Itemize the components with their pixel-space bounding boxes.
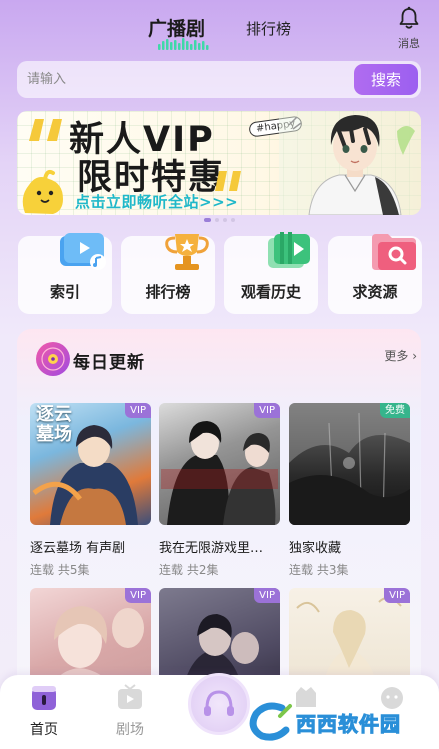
shortcut-label: 观看历史 xyxy=(240,283,301,301)
vip-badge: VIP xyxy=(254,588,280,603)
vip-badge: VIP xyxy=(384,588,410,603)
watermark-icon xyxy=(249,702,292,741)
daily-update-section: 每日更新 更多 › 逐云 墓场 VIP 逐云墓场 有声剧 连载 共5集 VIP … xyxy=(17,329,421,710)
banner-cta-text: 点击立即畅听全站>>> xyxy=(75,193,239,211)
drama-episodes: 连载 共5集 xyxy=(30,563,90,577)
search-folder-icon xyxy=(372,234,416,270)
shortcut-request-resource[interactable]: 求资源 xyxy=(328,234,422,314)
drama-title: 逐云墓场 有声剧 xyxy=(30,541,126,556)
quote-mark-icon xyxy=(29,119,62,141)
section-title: 每日更新 xyxy=(73,353,145,373)
tab-ranking[interactable]: 排行榜 xyxy=(246,18,291,39)
vinyl-disc-icon xyxy=(36,342,70,376)
chevron-right-icon: › xyxy=(412,349,417,363)
pagination-dot[interactable] xyxy=(231,218,235,222)
search-input[interactable] xyxy=(27,61,347,98)
messages-label: 消息 xyxy=(398,37,420,50)
vip-badge: VIP xyxy=(254,403,280,418)
shortcut-index[interactable]: 索引 xyxy=(18,233,112,314)
pagination-dot[interactable] xyxy=(204,218,211,222)
video-index-icon xyxy=(60,233,106,270)
bell-icon xyxy=(399,6,419,29)
pagination-dot[interactable] xyxy=(223,218,227,222)
active-tab-wave-indicator xyxy=(158,38,209,50)
free-badge: 免费 xyxy=(380,403,410,418)
vip-badge: VIP xyxy=(125,403,151,418)
drama-cover: 免费 xyxy=(289,403,410,525)
drama-title: 独家收藏 xyxy=(289,541,342,556)
tab-radio-drama[interactable]: 广播剧 xyxy=(148,14,205,41)
search-bar: 搜索 xyxy=(17,61,421,98)
shortcut-grid: 索引 排行榜 观看历史 求资源 xyxy=(18,232,422,314)
shortcut-ranking[interactable]: 排行榜 xyxy=(121,234,215,314)
cover-illustration xyxy=(159,403,280,525)
drama-cover: VIP xyxy=(159,403,280,525)
banner-pagination-dots xyxy=(204,218,235,222)
home-icon xyxy=(32,686,56,710)
pagination-dot[interactable] xyxy=(215,218,219,222)
drama-cover: 逐云 墓场 VIP xyxy=(30,403,151,525)
tv-icon xyxy=(118,684,142,709)
tab-theater[interactable]: 剧场 xyxy=(100,683,160,739)
more-label: 更多 xyxy=(384,349,409,363)
shortcut-label: 排行榜 xyxy=(145,283,191,301)
mascot-illustration xyxy=(22,169,63,214)
watermark-text: 西西软件园 xyxy=(296,712,401,737)
cover-illustration xyxy=(289,403,410,525)
tab-home[interactable]: 首页 xyxy=(14,683,74,739)
vip-badge: VIP xyxy=(125,588,151,603)
search-button[interactable]: 搜索 xyxy=(354,64,418,95)
more-link[interactable]: 更多 › xyxy=(384,347,417,364)
quote-mark-icon xyxy=(215,171,241,191)
cover-title: 逐云 墓场 xyxy=(36,404,72,445)
headphones-icon xyxy=(204,690,234,716)
tab-theater-label: 剧场 xyxy=(116,722,144,738)
player-button[interactable] xyxy=(188,673,250,735)
promo-banner[interactable]: 新人VIP 限时特惠 点击立即畅听全站>>> #happy xyxy=(17,111,421,215)
shortcut-history[interactable]: 观看历史 xyxy=(224,232,318,314)
tab-home-label: 首页 xyxy=(30,722,58,738)
watermark-logo: 西西软件园 xyxy=(246,700,436,742)
drama-title: 我在无限游戏里… xyxy=(159,541,264,556)
history-icon xyxy=(268,232,310,268)
trophy-icon xyxy=(165,234,209,270)
anime-character-illustration xyxy=(279,111,421,215)
top-header: 广播剧 排行榜 消息 xyxy=(0,0,439,58)
shortcut-label: 索引 xyxy=(49,283,80,301)
messages-button[interactable]: 消息 xyxy=(392,6,426,51)
drama-episodes: 连载 共3集 xyxy=(289,563,349,577)
shortcut-label: 求资源 xyxy=(352,283,398,301)
drama-episodes: 连载 共2集 xyxy=(159,563,219,577)
